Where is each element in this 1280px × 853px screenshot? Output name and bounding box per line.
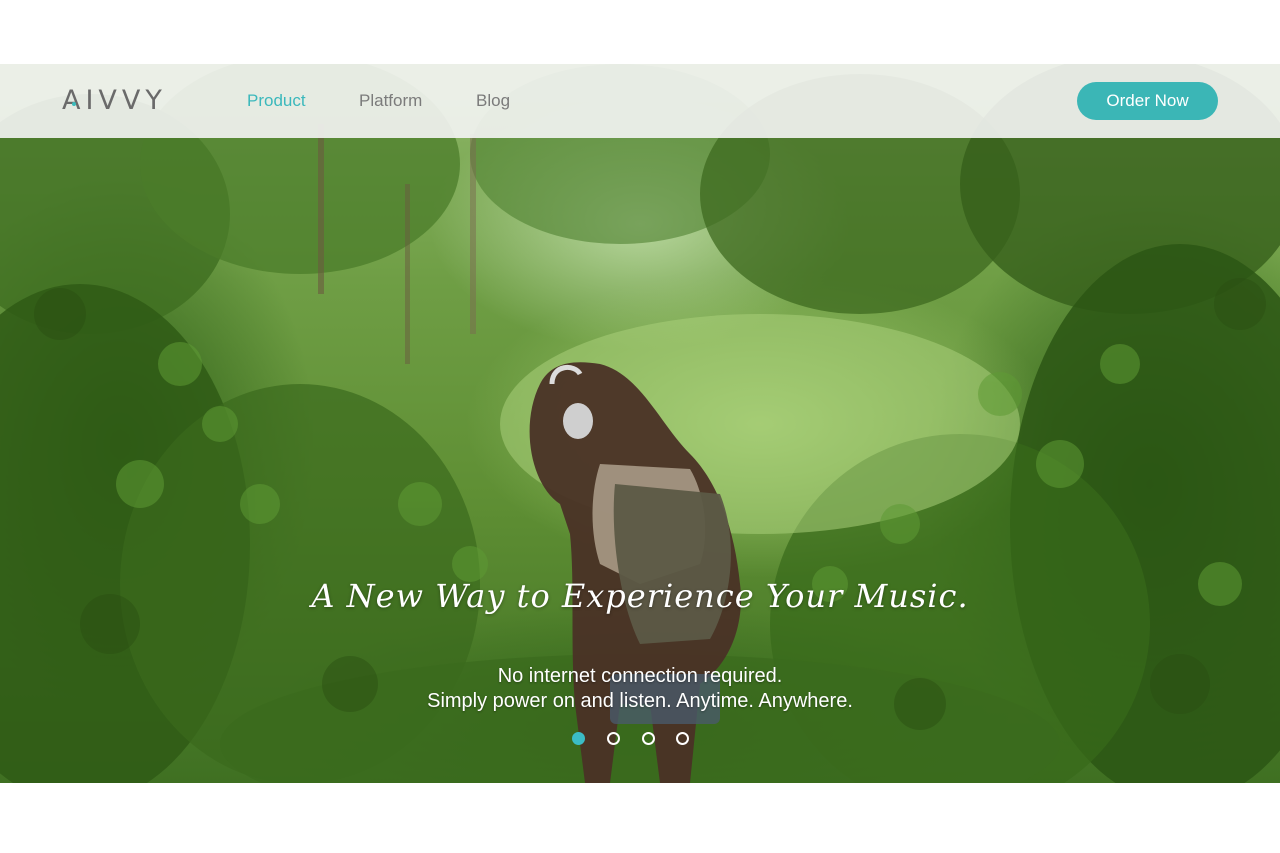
nav-link-blog[interactable]: Blog [476, 91, 510, 111]
carousel-dot-2[interactable] [607, 732, 620, 745]
order-now-button[interactable]: Order Now [1077, 82, 1218, 120]
carousel-indicators [572, 732, 692, 746]
top-navbar: AIVVY Product Platform Blog Order Now [0, 64, 1280, 138]
page-frame: A New Way to Experience Your Music. No i… [0, 64, 1280, 783]
brand-logo[interactable]: AIVVY [62, 85, 182, 119]
hero-subline-1: No internet connection required. [497, 665, 783, 687]
carousel-dot-3[interactable] [642, 732, 655, 745]
logo-accent-dot [72, 102, 76, 106]
hero-background: A New Way to Experience Your Music. No i… [0, 64, 1280, 783]
hero-subline-2: Simply power on and listen. Anytime. Any… [427, 690, 853, 712]
carousel-dot-4[interactable] [676, 732, 689, 745]
nav-link-product[interactable]: Product [247, 91, 306, 111]
carousel-dot-1[interactable] [572, 732, 585, 745]
nav-link-platform[interactable]: Platform [359, 91, 422, 111]
hero-headline: A New Way to Experience Your Music. [311, 577, 969, 615]
brand-logo-text: AIVVY [62, 85, 167, 116]
